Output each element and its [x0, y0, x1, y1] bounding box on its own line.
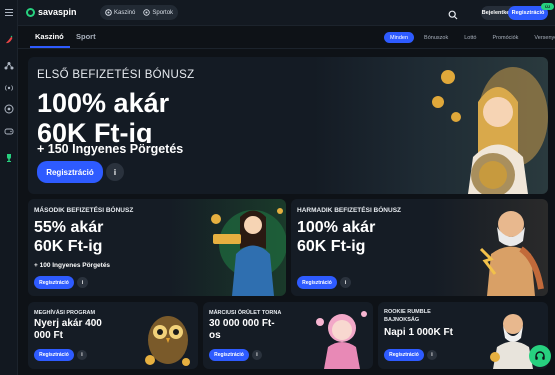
mode-switcher: Kaszinó Sportok	[100, 5, 179, 20]
register-button[interactable]: Regisztráció	[209, 349, 249, 361]
brand-logo[interactable]: savaspin	[26, 7, 77, 17]
promo-card-second-deposit[interactable]: MÁSODIK BEFIZETÉSI BÓNUSZ 55% akár 60K F…	[28, 199, 286, 296]
bonus-lady-illustration	[211, 208, 286, 296]
info-icon[interactable]: i	[340, 277, 351, 288]
goddess-character-illustration	[432, 67, 548, 194]
info-icon[interactable]: i	[106, 163, 124, 181]
soccer-ball-icon	[143, 9, 151, 16]
gamepad-icon[interactable]	[3, 125, 15, 137]
mode-casino[interactable]: Kaszinó	[105, 9, 135, 16]
promo-eyebrow: ELSŐ BEFIZETÉSI BÓNUSZ	[37, 69, 195, 81]
soccer-ball-icon[interactable]	[3, 103, 15, 115]
savaspin-logo-icon	[26, 7, 35, 17]
filter-all[interactable]: Minden	[384, 32, 415, 43]
tab-casino[interactable]: Kaszinó	[35, 32, 64, 41]
promo-subtitle: + 150 Ingyenes Pörgetés	[37, 142, 184, 156]
zeus-character-illustration	[479, 211, 544, 296]
promo-eyebrow: HARMADIK BEFIZETÉSI BÓNUSZ	[297, 207, 401, 214]
info-icon[interactable]: i	[252, 350, 262, 360]
filter-bonuses[interactable]: Bónuszok	[418, 32, 454, 43]
promo-headline-line2: 000 Ft	[34, 330, 63, 341]
promo-card-third-deposit[interactable]: HARMADIK BEFIZETÉSI BÓNUSZ 100% akár 60K…	[291, 199, 548, 296]
filter-tournaments[interactable]: Versenyek	[528, 32, 555, 43]
top-header: savaspin Kaszinó Sportok Bejelentkezés R…	[18, 0, 555, 26]
promo-headline-line1: 55% akár	[34, 219, 104, 236]
promo-headline-line1: 100% akár	[297, 219, 376, 236]
search-icon[interactable]	[448, 7, 458, 20]
promo-headline-line1: Nyerj akár 400	[34, 318, 102, 329]
promo-eyebrow-line2: BAJNOKSÁG	[384, 317, 420, 323]
register-button[interactable]: Regisztráció	[34, 349, 74, 361]
chili-icon[interactable]	[3, 34, 15, 46]
info-icon[interactable]: i	[77, 277, 88, 288]
register-button[interactable]: Regisztráció	[297, 276, 337, 289]
main-tabs: Kaszinó Sport Minden Bónuszok Lottó Prom…	[18, 26, 555, 48]
new-badge: ÚJ	[541, 3, 554, 10]
left-sidebar	[0, 0, 18, 375]
mode-casino-label: Kaszinó	[114, 9, 136, 16]
broadcast-icon[interactable]	[3, 82, 15, 94]
promo-subtitle: + 100 Ingyenes Pörgetés	[34, 262, 111, 269]
fairy-character-illustration	[316, 311, 367, 369]
filter-chips: Minden Bónuszok Lottó Promóciók Versenye…	[384, 32, 555, 43]
tabs-divider	[18, 48, 555, 49]
casino-chip-icon	[105, 9, 112, 16]
mode-sports[interactable]: Sportok	[143, 9, 173, 16]
info-icon[interactable]: i	[77, 350, 87, 360]
promo-headline-line2: 60K Ft-ig	[37, 119, 153, 143]
promo-headline-line2: 60K Ft-ig	[34, 238, 103, 255]
promo-card-first-deposit[interactable]: ELSŐ BEFIZETÉSI BÓNUSZ 100% akár 60K Ft-…	[28, 57, 548, 194]
filter-promotions[interactable]: Promóciók	[486, 32, 524, 43]
menu-icon[interactable]	[3, 6, 15, 18]
register-button-hero[interactable]: Regisztráció	[37, 161, 103, 183]
promo-card-invite-program[interactable]: MEGHÍVÁSI PROGRAM Nyerj akár 400 000 Ft …	[28, 302, 198, 369]
register-button[interactable]: Regisztráció	[384, 349, 424, 361]
app-root: savaspin Kaszinó Sportok Bejelentkezés R…	[0, 0, 555, 375]
register-button[interactable]: Regisztráció	[34, 276, 74, 289]
support-chat-button[interactable]	[529, 345, 551, 367]
promo-eyebrow: MÁSODIK BEFIZETÉSI BÓNUSZ	[34, 207, 134, 214]
mode-sports-label: Sportok	[152, 9, 174, 16]
owl-illustration	[145, 316, 190, 366]
promo-eyebrow: MÁRCIUSI ÖRÜLET TORNA	[209, 310, 282, 316]
promo-headline-line1: 30 000 000 Ft-	[209, 318, 275, 329]
logo-text: savaspin	[38, 7, 77, 17]
tab-sport[interactable]: Sport	[76, 32, 96, 41]
headset-icon	[535, 351, 545, 360]
promo-card-rookie-rumble[interactable]: ROOKIE RUMBLE BAJNOKSÁG Napi 1 000K Ft R…	[378, 302, 548, 369]
promo-headline-line1: Napi 1 000K Ft	[384, 327, 453, 338]
promo-headline-line2: os	[209, 330, 221, 341]
promo-eyebrow: MEGHÍVÁSI PROGRAM	[34, 310, 96, 316]
filter-lottery[interactable]: Lottó	[458, 32, 482, 43]
trophy-icon[interactable]	[3, 152, 15, 164]
promo-headline-line1: 100% akár	[37, 88, 170, 118]
info-icon[interactable]: i	[427, 350, 437, 360]
promo-eyebrow-line1: ROOKIE RUMBLE	[384, 309, 431, 315]
promo-card-march-tournament[interactable]: MÁRCIUSI ÖRÜLET TORNA 30 000 000 Ft- os …	[203, 302, 373, 369]
nodes-icon[interactable]	[3, 60, 15, 72]
promo-headline-line2: 60K Ft-ig	[297, 238, 366, 255]
